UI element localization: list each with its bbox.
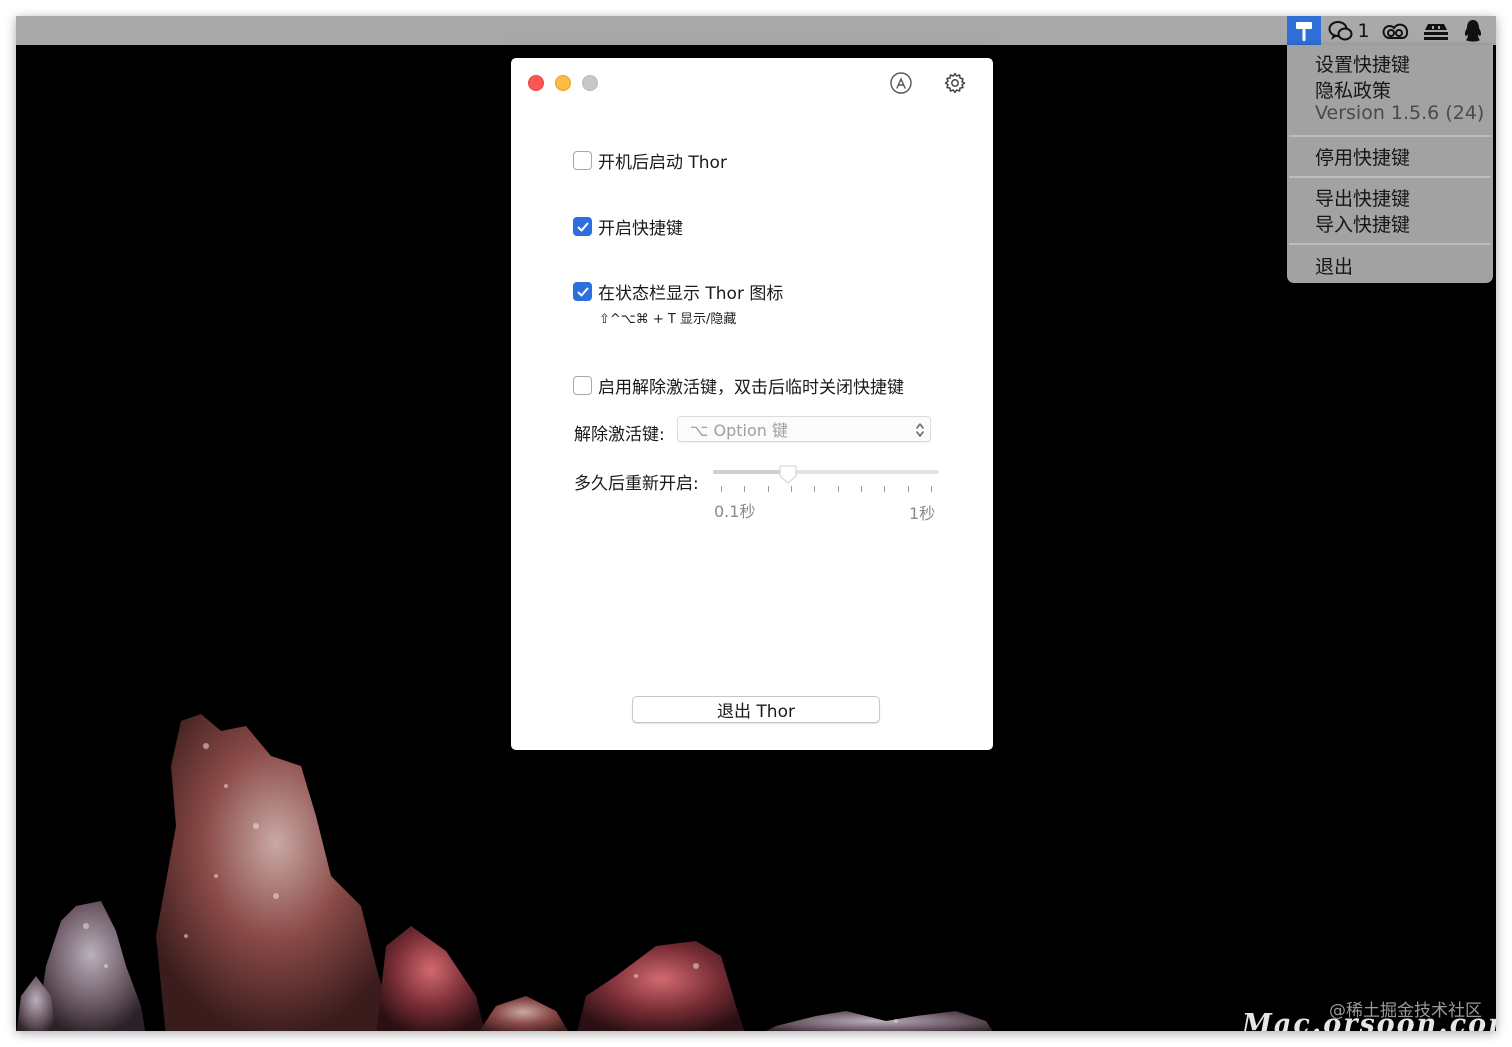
slider-tick [931, 486, 932, 492]
app-store-icon [890, 72, 912, 94]
thor-status-menu: 设置快捷键 隐私政策 Version 1.5.6 (24) 停用快捷键 导出快捷… [1287, 45, 1493, 283]
option-label: 开机后启动 Thor [598, 153, 727, 173]
menu-bar: 1 [16, 16, 1496, 45]
settings-button[interactable] [943, 71, 967, 95]
site-watermark: Mac.orsoon.com [1242, 1009, 1496, 1031]
deactivate-key-select[interactable]: ⌥ Option 键 [677, 416, 931, 442]
menu-item-export-shortcuts[interactable]: 导出快捷键 [1315, 184, 1410, 211]
menu-separator [1289, 243, 1491, 245]
app-store-button[interactable] [889, 71, 913, 95]
slider-tick [721, 486, 722, 492]
launch-at-login-checkbox[interactable] [573, 151, 592, 170]
option-label: 开启快捷键 [598, 219, 683, 239]
slider-knob[interactable] [778, 464, 798, 484]
window-minimize-button[interactable] [555, 75, 571, 91]
desktop: 1 设置快捷键 隐私政策 Version 1.5.6 (24) 停用快捷键 导出… [16, 16, 1496, 1031]
menu-item-quit[interactable]: 退出 [1315, 252, 1353, 279]
chevron-up-down-icon [916, 423, 924, 437]
option-enable-shortcuts[interactable]: 开启快捷键 [573, 214, 683, 239]
menu-item-privacy-policy[interactable]: 隐私政策 [1315, 76, 1391, 103]
status-icon-shortcut-hint: ⇧^⌥⌘ + T 显示/隐藏 [599, 312, 737, 327]
slider-tick [837, 486, 839, 492]
slider-tick [791, 486, 792, 492]
wechat-icon [1328, 20, 1353, 40]
slider-tick [907, 486, 909, 492]
slider-tick [814, 486, 816, 492]
slider-max-label: 1秒 [909, 504, 936, 523]
menu-item-set-shortcuts[interactable]: 设置快捷键 [1315, 50, 1410, 77]
menu-item-import-shortcuts[interactable]: 导入快捷键 [1315, 210, 1410, 237]
stack-icon [1424, 23, 1448, 40]
checkmark-icon [577, 287, 588, 296]
thor-preferences-window: 开机后启动 Thor 开启快捷键 在状态栏显示 Thor 图标 ⇧^⌥⌘ + T… [511, 58, 993, 750]
menu-separator [1289, 176, 1491, 178]
qq-status-item[interactable] [1458, 16, 1488, 45]
reenable-delay-slider[interactable] [713, 464, 941, 494]
creative-cloud-icon [1382, 23, 1409, 39]
slider-fill [713, 470, 789, 474]
slider-tick [861, 486, 862, 492]
deactivate-key-label: 解除激活键: [574, 425, 665, 445]
option-launch-at-login[interactable]: 开机后启动 Thor [573, 148, 727, 173]
deactivate-key-value: ⌥ Option 键 [690, 421, 789, 440]
option-label: 启用解除激活键，双击后临时关闭快捷键 [598, 378, 904, 398]
reenable-delay-label: 多久后重新开启: [574, 474, 699, 494]
thor-hammer-icon [1296, 21, 1312, 41]
option-show-status-icon[interactable]: 在状态栏显示 Thor 图标 [573, 279, 783, 304]
slider-tick [767, 486, 769, 492]
wechat-status-item[interactable]: 1 [1326, 16, 1372, 45]
enable-shortcuts-checkbox[interactable] [573, 217, 592, 236]
qq-penguin-icon [1464, 19, 1482, 41]
checkmark-icon [577, 222, 588, 231]
gear-icon [944, 72, 966, 94]
option-enable-deactivate-key[interactable]: 启用解除激活键，双击后临时关闭快捷键 [573, 373, 904, 398]
wechat-badge-count: 1 [1357, 19, 1370, 42]
stack-status-item[interactable] [1419, 16, 1453, 45]
window-zoom-button[interactable] [582, 75, 598, 91]
menu-item-version: Version 1.5.6 (24) [1315, 102, 1485, 124]
slider-min-label: 0.1秒 [714, 502, 756, 521]
enable-deactivate-key-checkbox[interactable] [573, 376, 592, 395]
menu-separator [1289, 135, 1491, 137]
thor-status-item[interactable] [1287, 16, 1321, 45]
window-close-button[interactable] [528, 75, 544, 91]
quit-thor-button[interactable]: 退出 Thor [632, 696, 880, 723]
option-label: 在状态栏显示 Thor 图标 [598, 284, 784, 304]
show-status-icon-checkbox[interactable] [573, 282, 592, 301]
menu-item-disable-shortcuts[interactable]: 停用快捷键 [1315, 143, 1410, 170]
slider-tick [884, 486, 886, 492]
creative-cloud-status-item[interactable] [1378, 16, 1412, 45]
slider-tick [744, 486, 746, 492]
